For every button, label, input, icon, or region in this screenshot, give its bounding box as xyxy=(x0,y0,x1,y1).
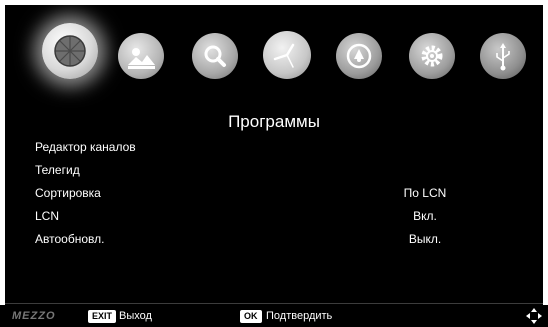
menu-item-label: LCN xyxy=(35,209,60,223)
navigation-arrows-icon xyxy=(526,308,542,324)
exit-key-badge[interactable]: EXIT xyxy=(88,310,117,323)
menu-item-sorting[interactable]: Сортировка По LCN xyxy=(35,186,535,206)
menu-item-label: Редактор каналов xyxy=(35,140,136,154)
menu-item-label: Сортировка xyxy=(35,186,101,200)
exit-label: Выход xyxy=(119,310,152,322)
menu-item-value: По LCN xyxy=(403,186,447,200)
search-icon[interactable] xyxy=(192,33,238,79)
tv-menu-screen: Программы Редактор каналов Телегид Сорти… xyxy=(5,5,543,305)
footer-bar: MEZZO EXIT Выход OK Подтвердить xyxy=(0,305,548,327)
usb-icon[interactable] xyxy=(480,33,526,79)
picture-icon[interactable] xyxy=(118,33,164,79)
footer-divider xyxy=(5,303,543,304)
menu-title: Программы xyxy=(228,112,320,131)
menu-item-value: Выкл. xyxy=(408,232,442,246)
gear-icon[interactable] xyxy=(409,33,455,79)
menu-item-value: Вкл. xyxy=(413,209,437,223)
menu-item-label: Автообновл. xyxy=(35,232,105,246)
brand-logo: MEZZO xyxy=(12,310,56,322)
menu-item-lcn[interactable]: LCN Вкл. xyxy=(35,209,535,229)
lock-icon[interactable] xyxy=(336,33,382,79)
menu-item-label: Телегид xyxy=(35,163,80,177)
menu-item-auto-update[interactable]: Автообновл. Выкл. xyxy=(35,232,535,252)
menu-item-epg[interactable]: Телегид xyxy=(35,163,535,183)
clock-icon[interactable] xyxy=(263,31,311,79)
ok-key-badge[interactable]: OK xyxy=(240,310,262,323)
menu-icon-bar xyxy=(5,5,543,105)
menu-item-channel-editor[interactable]: Редактор каналов xyxy=(35,140,535,160)
ok-label: Подтвердить xyxy=(266,310,333,322)
channels-icon[interactable] xyxy=(42,23,98,79)
